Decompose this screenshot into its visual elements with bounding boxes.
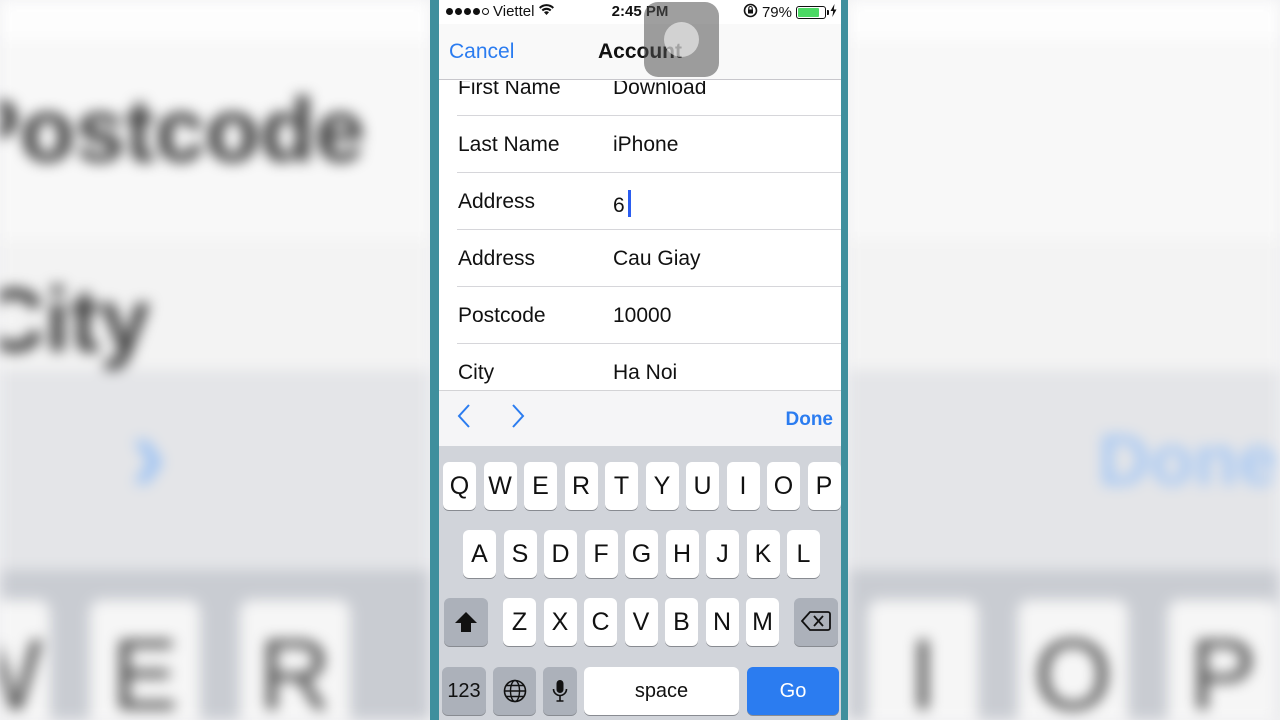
key-z[interactable]: Z <box>503 598 536 646</box>
address-line-1-field[interactable]: 6 <box>613 190 631 218</box>
key-g[interactable]: G <box>625 530 658 578</box>
first-name-field[interactable]: Download <box>613 81 706 100</box>
field-label: Address <box>458 247 536 270</box>
key-r[interactable]: R <box>564 462 598 510</box>
blurred-key: W <box>0 600 50 720</box>
key-q[interactable]: Q <box>443 462 476 510</box>
key-k[interactable]: K <box>746 530 780 578</box>
field-label: City <box>458 361 495 384</box>
blurred-key: R <box>240 600 350 720</box>
blurred-background-left: Postcode City › W E R <box>0 0 430 720</box>
key-e[interactable]: E <box>524 462 557 510</box>
rotation-lock-icon <box>743 3 758 22</box>
microphone-icon <box>552 680 568 702</box>
blurred-chevron: › <box>130 392 167 515</box>
account-form: First Name Download Last Name iPhone Add… <box>439 81 841 390</box>
blurred-background-right: Done I O P <box>848 0 1280 720</box>
shift-icon <box>455 612 477 632</box>
form-row-city[interactable]: City Ha Noi <box>439 344 841 390</box>
address-line-2-field[interactable]: Cau Giay <box>613 247 701 271</box>
field-label: Last Name <box>458 133 560 156</box>
key-p[interactable]: P <box>807 462 841 510</box>
text-cursor <box>627 190 631 217</box>
previous-field-button[interactable] <box>457 403 471 436</box>
chevron-right-icon <box>512 404 525 428</box>
blurred-key: I <box>868 600 978 720</box>
page-title: Account <box>598 40 682 63</box>
key-v[interactable]: V <box>624 598 658 646</box>
form-row-last-name[interactable]: Last Name iPhone <box>439 116 841 173</box>
chevron-left-icon <box>457 404 470 428</box>
key-c[interactable]: C <box>584 598 617 646</box>
backspace-icon <box>801 611 831 631</box>
dictation-key[interactable] <box>543 667 577 715</box>
form-row-first-name[interactable]: First Name Download <box>439 81 841 116</box>
blurred-postcode-text: Postcode <box>0 81 366 181</box>
form-row-address-1[interactable]: Address 6 <box>439 173 841 230</box>
key-s[interactable]: S <box>503 530 537 578</box>
next-field-button[interactable] <box>511 403 525 436</box>
field-label: Postcode <box>458 304 546 327</box>
blurred-key: P <box>1168 600 1278 720</box>
key-n[interactable]: N <box>705 598 739 646</box>
key-m[interactable]: M <box>746 598 779 646</box>
postcode-field[interactable]: 10000 <box>613 304 671 328</box>
keyboard: QWERTYUIOP ASDFGHJKL ZXCVBNM 123 space G… <box>439 446 841 720</box>
key-t[interactable]: T <box>605 462 638 510</box>
blurred-key: O <box>1018 600 1128 720</box>
field-label: First Name <box>458 81 561 99</box>
space-key[interactable]: space <box>584 667 739 715</box>
last-name-field[interactable]: iPhone <box>613 133 678 157</box>
charging-icon <box>830 4 837 21</box>
phone-screen: Viettel 2:45 PM 79% Cancel Account First… <box>439 0 841 720</box>
go-key[interactable]: Go <box>747 667 839 715</box>
key-d[interactable]: D <box>544 530 577 578</box>
done-button[interactable]: Done <box>786 409 834 431</box>
globe-icon <box>503 679 526 703</box>
city-field[interactable]: Ha Noi <box>613 361 677 385</box>
assistive-touch-button[interactable] <box>644 2 719 77</box>
key-a[interactable]: A <box>463 530 496 578</box>
key-i[interactable]: I <box>726 462 760 510</box>
navigation-bar: Cancel Account <box>439 24 841 80</box>
numbers-key[interactable]: 123 <box>442 667 486 715</box>
key-b[interactable]: B <box>665 598 698 646</box>
blurred-done: Done <box>1098 421 1278 501</box>
globe-key[interactable] <box>493 667 536 715</box>
form-row-postcode[interactable]: Postcode 10000 <box>439 287 841 344</box>
key-u[interactable]: U <box>686 462 719 510</box>
battery-percentage: 79% <box>761 4 792 21</box>
shift-key[interactable] <box>444 598 488 646</box>
battery-icon <box>796 6 829 19</box>
status-bar: Viettel 2:45 PM 79% <box>439 0 841 24</box>
assistive-touch-icon <box>664 22 699 57</box>
key-o[interactable]: O <box>767 462 800 510</box>
keyboard-accessory-bar: Done <box>439 390 841 446</box>
key-h[interactable]: H <box>665 530 699 578</box>
key-j[interactable]: J <box>706 530 739 578</box>
blurred-key: E <box>90 600 200 720</box>
key-f[interactable]: F <box>584 530 618 578</box>
delete-key[interactable] <box>794 598 838 646</box>
field-label: Address <box>458 190 536 213</box>
blurred-city-text: City <box>0 271 151 371</box>
field-value: 6 <box>613 194 625 217</box>
key-w[interactable]: W <box>483 462 517 510</box>
key-l[interactable]: L <box>787 530 820 578</box>
form-row-address-2[interactable]: Address Cau Giay <box>439 230 841 287</box>
key-x[interactable]: X <box>543 598 577 646</box>
key-y[interactable]: Y <box>645 462 679 510</box>
